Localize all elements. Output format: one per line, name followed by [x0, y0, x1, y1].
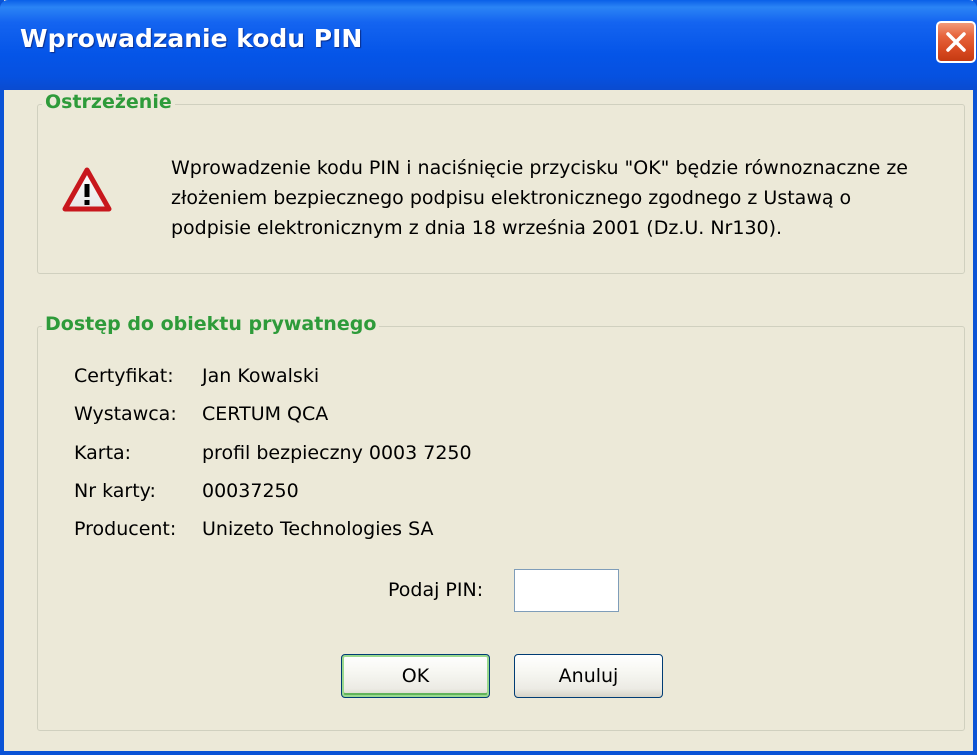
info-label: Certyfikat:: [74, 365, 174, 387]
pin-dialog-window: Wprowadzanie kodu PIN Ostrzeżenie Wprowa…: [0, 0, 977, 755]
info-label: Nr karty:: [74, 480, 156, 502]
info-value: Jan Kowalski: [202, 365, 320, 387]
warning-line: podpisie elektronicznym z dnia 18 wrześn…: [171, 217, 783, 239]
warning-triangle-icon: [62, 167, 112, 217]
info-label: Wystawca:: [74, 403, 177, 425]
pin-label: Podaj PIN:: [388, 579, 484, 601]
warning-group: Ostrzeżenie Wprowadzenie kodu PIN i naci…: [37, 91, 965, 274]
access-legend: Dostęp do obiektu prywatnego: [42, 313, 380, 335]
warning-message: Wprowadzenie kodu PIN i naciśnięcie przy…: [171, 153, 951, 243]
info-label: Karta:: [74, 442, 132, 464]
close-icon: [946, 32, 966, 52]
window-title: Wprowadzanie kodu PIN: [20, 24, 363, 53]
warning-line: Wprowadzenie kodu PIN i naciśnięcie przy…: [171, 157, 908, 179]
ok-button[interactable]: OK: [341, 654, 490, 698]
info-label: Producent:: [74, 518, 177, 540]
warning-line: złożeniem bezpiecznego podpisu elektroni…: [171, 187, 852, 209]
title-bar[interactable]: Wprowadzanie kodu PIN: [0, 0, 977, 90]
warning-legend: Ostrzeżenie: [42, 91, 175, 113]
info-value: CERTUM QCA: [202, 403, 329, 425]
close-button[interactable]: [936, 21, 976, 63]
info-value: profil bezpieczny 0003 7250: [202, 442, 472, 464]
info-value: 00037250: [202, 480, 299, 502]
pin-input[interactable]: [514, 569, 619, 612]
info-value: Unizeto Technologies SA: [202, 518, 434, 540]
cancel-button[interactable]: Anuluj: [514, 654, 663, 698]
